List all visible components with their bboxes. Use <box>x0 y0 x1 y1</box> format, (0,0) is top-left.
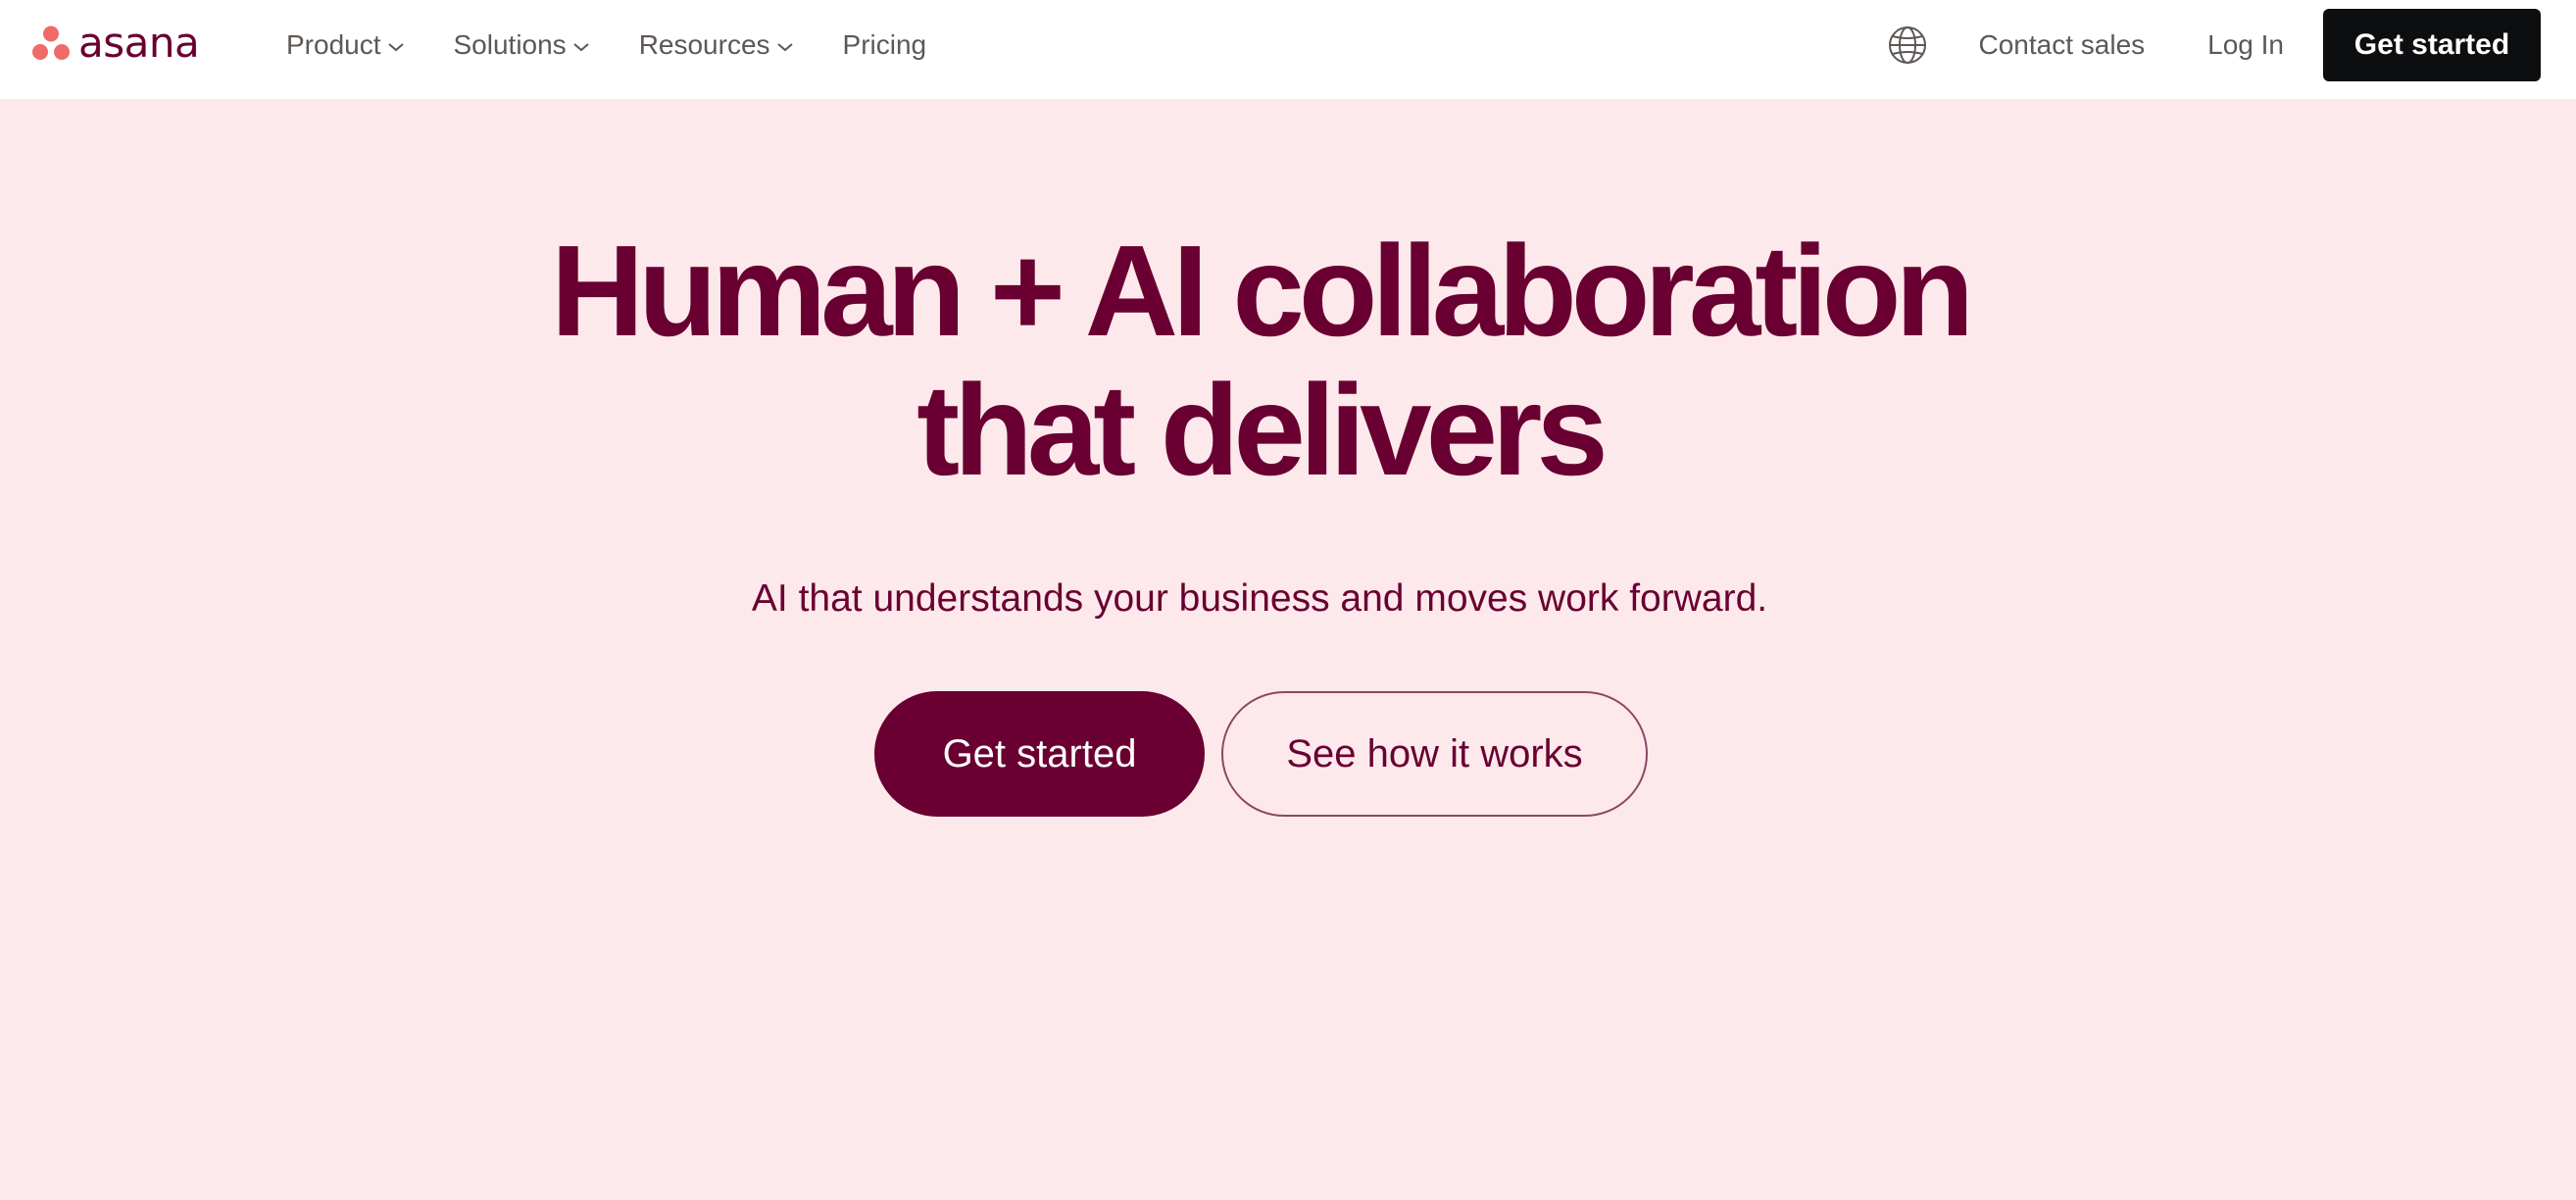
nav-item-solutions[interactable]: Solutions <box>454 29 590 61</box>
asana-logo-icon <box>32 25 70 60</box>
chevron-down-icon <box>573 43 589 52</box>
nav-item-label: Solutions <box>453 29 567 60</box>
logo-wordmark: asana <box>78 19 200 67</box>
hero-title-line-2: that delivers <box>916 358 1609 502</box>
hero-subtitle: AI that understands your business and mo… <box>751 577 1768 620</box>
nav-item-label: Product <box>286 29 381 60</box>
globe-icon[interactable] <box>1887 25 1928 66</box>
hero-section: Human + AI collaboration that delivers A… <box>0 99 2576 1200</box>
nav-item-resources[interactable]: Resources <box>639 29 794 61</box>
hero-actions: Get started See how it works <box>874 691 1648 817</box>
top-navbar: asana Product Solutions Resources Pricin… <box>0 0 2576 99</box>
nav-actions: Contact sales Log In Get started <box>1887 9 2541 81</box>
main-nav: Product Solutions Resources Pricing <box>286 0 975 90</box>
asana-logo[interactable]: asana <box>31 19 200 67</box>
nav-item-label: Pricing <box>842 29 927 60</box>
hero-title-line-1: Human + AI collaboration <box>550 219 1974 363</box>
contact-sales-link[interactable]: Contact sales <box>1979 29 2146 61</box>
chevron-down-icon <box>776 43 793 52</box>
get-started-button[interactable]: Get started <box>874 691 1205 817</box>
login-link[interactable]: Log In <box>2207 29 2284 61</box>
hero-title: Human + AI collaboration that delivers <box>0 222 2519 500</box>
nav-item-pricing[interactable]: Pricing <box>843 29 927 61</box>
see-how-it-works-button[interactable]: See how it works <box>1221 691 1648 817</box>
chevron-down-icon <box>387 43 404 52</box>
get-started-nav-button[interactable]: Get started <box>2323 9 2541 81</box>
nav-item-label: Resources <box>638 29 770 60</box>
page: asana Product Solutions Resources Pricin… <box>0 0 2576 1200</box>
nav-item-product[interactable]: Product <box>286 29 405 61</box>
